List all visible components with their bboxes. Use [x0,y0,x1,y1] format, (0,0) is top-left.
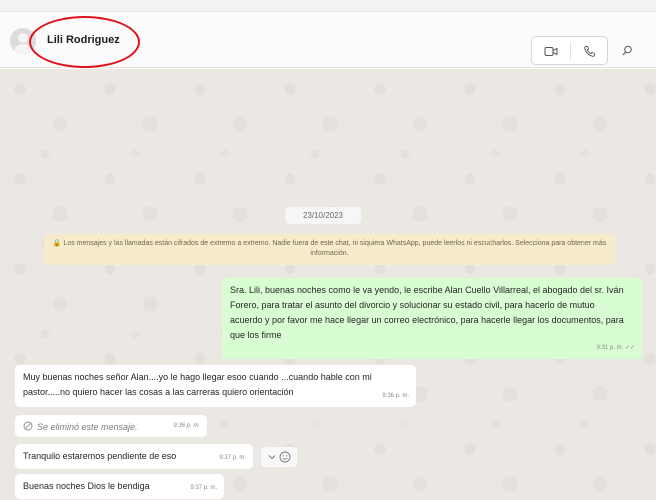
message-time: 9:37 p. m. [219,455,246,461]
search-icon[interactable] [619,42,635,58]
video-call-icon[interactable] [540,43,562,59]
message-time: 9:31 p. m. ✓✓ [596,345,635,351]
message-bubble-incoming[interactable]: Tranquilo estaremos pendiente de eso 9:3… [15,444,253,469]
message-text: Buenas noches Dios le bendiga [23,481,150,491]
window-top-strip [0,0,656,12]
emoji-icon[interactable] [279,451,291,463]
message-time: 9:37 p. m. [190,485,217,491]
date-separator: 23/10/2023 [285,207,361,224]
message-time: 9:36 p. m. [382,393,409,399]
chat-area[interactable]: 23/10/2023 🔒 Los mensajes y las llamadas… [0,69,656,500]
message-text: Sra. Lili, buenas noches como le va yend… [230,285,624,340]
message-text: Se eliminó este mensaje. [37,422,138,432]
message-bubble-incoming[interactable]: Buenas noches Dios le bendiga 9:37 p. m. [15,474,224,499]
message-bubble-outgoing[interactable]: Sra. Lili, buenas noches como le va yend… [222,278,642,359]
message-text: Muy buenas noches señor Alan....yo le ha… [23,372,372,397]
message-reaction-button[interactable] [261,447,297,467]
chevron-down-icon[interactable] [268,454,276,460]
call-divider [570,42,571,60]
encryption-notice[interactable]: 🔒 Los mensajes y las llamadas están cifr… [44,234,615,265]
deleted-icon [23,421,33,431]
deleted-message-bubble[interactable]: Se eliminó este mensaje. 9:36 p. m. [15,415,207,437]
call-buttons [531,36,608,65]
annotation-circle [29,16,140,68]
message-bubble-incoming[interactable]: Muy buenas noches señor Alan....yo le ha… [15,365,416,407]
message-time: 9:36 p. m. [173,423,200,429]
message-text: Tranquilo estaremos pendiente de eso [23,451,177,461]
phone-icon[interactable] [579,42,599,60]
